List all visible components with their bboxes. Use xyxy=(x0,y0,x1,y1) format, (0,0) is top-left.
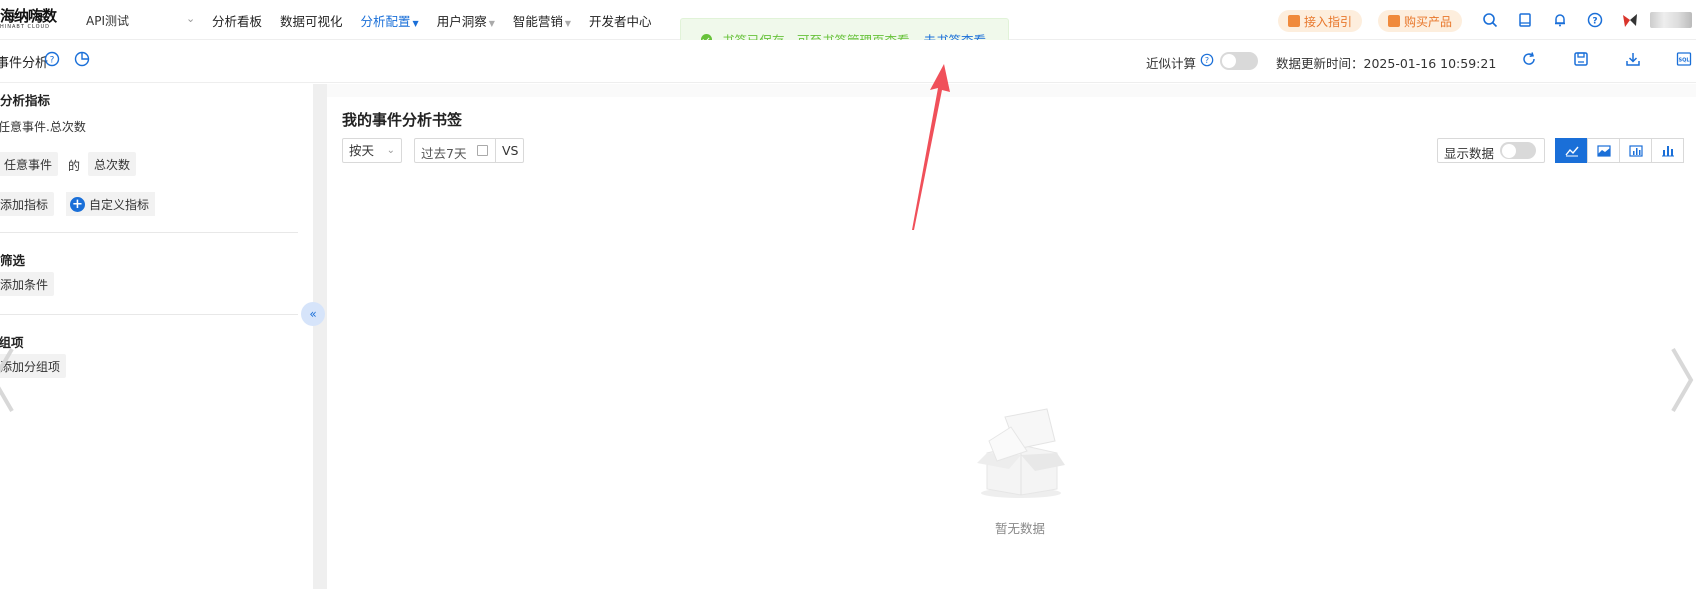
caret-down-icon: ▼ xyxy=(488,18,495,28)
access-guide-button[interactable]: 接入指引 xyxy=(1278,10,1363,32)
area-chart-icon xyxy=(1596,144,1611,157)
bar-chart-button[interactable] xyxy=(1619,138,1652,163)
next-slide-icon[interactable] xyxy=(1665,345,1695,415)
line-chart-button[interactable] xyxy=(1555,138,1588,163)
date-range-picker[interactable]: 过去7天 VS xyxy=(414,138,524,163)
collapse-panel-icon[interactable]: « xyxy=(301,302,325,326)
separator xyxy=(495,139,496,162)
compare-button[interactable]: VS xyxy=(502,143,519,158)
nav-item-visualization[interactable]: 数据可视化 xyxy=(280,11,343,30)
nav-label: 分析配置 xyxy=(360,13,411,29)
approx-calc-toggle[interactable] xyxy=(1220,52,1258,70)
metrics-section-title: 分析指标 xyxy=(0,93,51,108)
logo-text: 海纳嗨数 xyxy=(0,7,57,25)
caret-down-icon: ▼ xyxy=(564,18,572,28)
svg-text:?: ? xyxy=(1205,56,1209,65)
metric-of-label: 的 xyxy=(68,159,81,173)
update-time-label: 数据更新时间： xyxy=(1276,56,1364,71)
annotation-arrow xyxy=(900,60,960,235)
user-name[interactable] xyxy=(1650,12,1692,28)
approx-calc-label: 近似计算 xyxy=(1146,56,1197,71)
show-data-toggle[interactable] xyxy=(1500,142,1536,159)
logo-subtext: HINABT CLOUD xyxy=(0,24,51,30)
filter-section-title: 筛选 xyxy=(0,253,26,268)
metric-name[interactable]: 任意事件.总次数 xyxy=(0,118,86,135)
user-avatar-icon[interactable] xyxy=(1620,10,1640,30)
nav-label: 用户洞察 xyxy=(436,13,487,29)
caret-down-icon: ▼ xyxy=(412,18,419,28)
help-icon[interactable]: ? xyxy=(1200,53,1218,71)
project-selector[interactable]: API测试 xyxy=(86,12,129,29)
granularity-value: 按天 xyxy=(349,143,375,158)
guide-icon xyxy=(1288,15,1300,27)
update-time-value: 2025-01-16 10:59:21 xyxy=(1363,56,1497,71)
bookmark-card xyxy=(327,97,1696,589)
custom-metric-button[interactable]: + 自定义指标 xyxy=(66,192,156,216)
add-metric-button[interactable]: 添加指标 xyxy=(0,192,55,216)
custom-metric-label: 自定义指标 xyxy=(89,197,150,212)
svg-text:SQL: SQL xyxy=(1678,58,1690,64)
pie-chart-icon[interactable] xyxy=(74,51,92,69)
main-nav: 分析看板 数据可视化 分析配置 ▼ 用户洞察 ▼ 智能营销 ▼ 开发者中心 xyxy=(212,0,670,40)
chart-type-switcher xyxy=(1555,138,1684,163)
add-condition-button[interactable]: 添加条件 xyxy=(0,272,55,296)
area-chart-button[interactable] xyxy=(1587,138,1620,163)
bookmark-icon xyxy=(1388,15,1400,27)
refresh-icon[interactable] xyxy=(1521,51,1539,69)
section-divider xyxy=(0,314,298,315)
empty-state-text: 暂无数据 xyxy=(995,521,1046,536)
left-config-panel: 分析指标 任意事件.总次数 任意事件 的 总次数 添加指标 筛选 添加条件 分组… xyxy=(0,84,313,589)
chevron-down-icon: ⌄ xyxy=(386,145,395,156)
nav-label: 智能营销 xyxy=(512,13,563,29)
chevron-down-icon[interactable]: ⌄ xyxy=(186,12,195,25)
metric-event-select[interactable]: 任意事件 xyxy=(0,152,59,176)
bar-chart-icon xyxy=(1628,144,1643,157)
bell-icon[interactable] xyxy=(1550,10,1570,30)
line-chart-icon xyxy=(1564,146,1579,156)
prev-slide-icon[interactable] xyxy=(0,345,20,415)
show-data-control: 显示数据 xyxy=(1437,138,1545,163)
book-icon[interactable] xyxy=(1515,10,1535,30)
nav-item-dashboard[interactable]: 分析看板 xyxy=(212,11,262,30)
svg-text:?: ? xyxy=(1592,17,1597,27)
column-chart-icon xyxy=(1661,145,1674,156)
date-range-value: 过去7天 xyxy=(421,146,467,161)
search-icon[interactable] xyxy=(1480,10,1500,30)
granularity-select[interactable]: 按天 ⌄ xyxy=(342,138,402,163)
download-icon[interactable] xyxy=(1625,51,1643,69)
help-icon[interactable]: ? xyxy=(44,51,62,69)
save-icon[interactable] xyxy=(1573,51,1591,69)
metric-agg-select[interactable]: 总次数 xyxy=(88,152,137,176)
column-chart-button[interactable] xyxy=(1651,138,1684,163)
buy-product-button[interactable]: 购买产品 xyxy=(1378,10,1463,32)
page-title: 事件分析 xyxy=(0,56,49,71)
nav-label: 分析看板 xyxy=(212,13,263,29)
empty-box-illustration xyxy=(975,405,1067,501)
panel-divider xyxy=(313,84,327,589)
nav-item-smart-marketing[interactable]: 智能营销 ▼ xyxy=(513,11,571,30)
sql-icon[interactable]: SQL xyxy=(1676,51,1694,69)
show-data-label: 显示数据 xyxy=(1444,146,1495,161)
plus-circle-icon: + xyxy=(70,196,85,212)
section-divider xyxy=(0,232,298,233)
nav-label: 开发者中心 xyxy=(589,13,652,29)
nav-item-analysis-config[interactable]: 分析配置 ▼ xyxy=(361,11,419,30)
bookmark-title: 我的事件分析书签 xyxy=(342,111,463,129)
nav-item-user-insight[interactable]: 用户洞察 ▼ xyxy=(437,11,495,30)
buy-product-label: 购买产品 xyxy=(1404,14,1453,29)
data-update-time: 数据更新时间：2025-01-16 10:59:21 xyxy=(1276,53,1496,72)
calendar-icon xyxy=(477,145,488,156)
help-icon[interactable]: ? xyxy=(1585,10,1605,30)
access-guide-label: 接入指引 xyxy=(1304,14,1353,29)
brand-logo[interactable]: 海纳嗨数 HINABT CLOUD xyxy=(0,8,76,32)
nav-label: 数据可视化 xyxy=(280,13,343,29)
nav-item-developer-center[interactable]: 开发者中心 xyxy=(589,11,652,30)
svg-text:?: ? xyxy=(50,56,55,66)
